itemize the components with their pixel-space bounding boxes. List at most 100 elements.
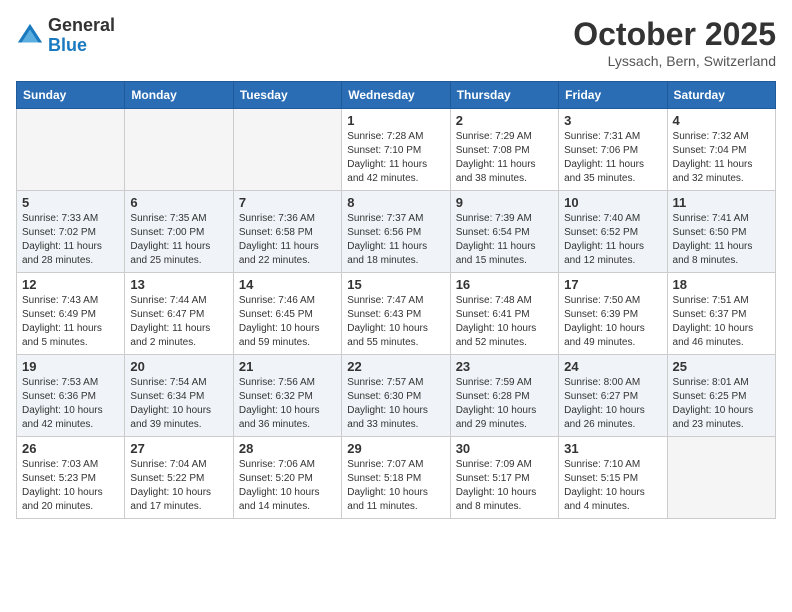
calendar-cell: 12 Sunrise: 7:43 AM Sunset: 6:49 PM Dayli… <box>17 273 125 355</box>
logo-text: General Blue <box>48 16 115 56</box>
day-number: 18 <box>673 277 770 292</box>
calendar-cell: 17Sunrise: 7:50 AM Sunset: 6:39 PM Dayli… <box>559 273 667 355</box>
day-info: Sunrise: 7:29 AM Sunset: 7:08 PM Dayligh… <box>456 130 553 186</box>
day-info: Sunrise: 7:43 AM Sunset: 6:49 PM Dayligh… <box>22 294 119 350</box>
day-number: 13 <box>130 277 227 292</box>
calendar-cell: 19 Sunrise: 7:53 AM Sunset: 6:36 PM Dayli… <box>17 355 125 437</box>
calendar-week-row: 1 Sunrise: 7:28 AM Sunset: 7:10 PM Daylig… <box>17 109 776 191</box>
calendar-cell: 15Sunrise: 7:47 AM Sunset: 6:43 PM Dayli… <box>342 273 450 355</box>
col-header-thursday: Thursday <box>450 82 558 109</box>
day-info: Sunrise: 7:56 AM Sunset: 6:32 PM Dayligh… <box>239 376 336 432</box>
calendar-cell: 8 Sunrise: 7:37 AM Sunset: 6:56 PM Daylig… <box>342 191 450 273</box>
calendar-cell: 25 Sunrise: 8:01 AM Sunset: 6:25 PM Dayli… <box>667 355 775 437</box>
calendar-cell: 9 Sunrise: 7:39 AM Sunset: 6:54 PM Daylig… <box>450 191 558 273</box>
calendar-week-row: 26 Sunrise: 7:03 AM Sunset: 5:23 PM Dayli… <box>17 437 776 519</box>
day-number: 22 <box>347 359 444 374</box>
day-number: 5 <box>22 195 119 210</box>
day-number: 23 <box>456 359 553 374</box>
day-number: 21 <box>239 359 336 374</box>
calendar-cell: 20 Sunrise: 7:54 AM Sunset: 6:34 PM Dayli… <box>125 355 233 437</box>
day-info: Sunrise: 7:35 AM Sunset: 7:00 PM Dayligh… <box>130 212 227 268</box>
col-header-sunday: Sunday <box>17 82 125 109</box>
calendar-cell: 2 Sunrise: 7:29 AM Sunset: 7:08 PM Daylig… <box>450 109 558 191</box>
day-info: Sunrise: 7:51 AM Sunset: 6:37 PM Dayligh… <box>673 294 770 350</box>
day-info: Sunrise: 7:53 AM Sunset: 6:36 PM Dayligh… <box>22 376 119 432</box>
calendar-cell <box>667 437 775 519</box>
calendar-table: SundayMondayTuesdayWednesdayThursdayFrid… <box>16 81 776 519</box>
day-info: Sunrise: 7:33 AM Sunset: 7:02 PM Dayligh… <box>22 212 119 268</box>
day-info: Sunrise: 7:09 AM Sunset: 5:17 PM Dayligh… <box>456 458 553 514</box>
calendar-cell: 5 Sunrise: 7:33 AM Sunset: 7:02 PM Daylig… <box>17 191 125 273</box>
day-info: Sunrise: 7:57 AM Sunset: 6:30 PM Dayligh… <box>347 376 444 432</box>
day-number: 9 <box>456 195 553 210</box>
calendar-cell: 10 Sunrise: 7:40 AM Sunset: 6:52 PM Dayli… <box>559 191 667 273</box>
logo: General Blue <box>16 16 115 56</box>
calendar-cell <box>17 109 125 191</box>
calendar-cell <box>233 109 341 191</box>
day-number: 8 <box>347 195 444 210</box>
calendar-cell: 13 Sunrise: 7:44 AM Sunset: 6:47 PM Dayli… <box>125 273 233 355</box>
calendar-cell: 28 Sunrise: 7:06 AM Sunset: 5:20 PM Dayli… <box>233 437 341 519</box>
calendar-cell: 30 Sunrise: 7:09 AM Sunset: 5:17 PM Dayli… <box>450 437 558 519</box>
day-number: 11 <box>673 195 770 210</box>
day-info: Sunrise: 7:04 AM Sunset: 5:22 PM Dayligh… <box>130 458 227 514</box>
day-number: 25 <box>673 359 770 374</box>
day-info: Sunrise: 7:03 AM Sunset: 5:23 PM Dayligh… <box>22 458 119 514</box>
day-number: 28 <box>239 441 336 456</box>
day-number: 2 <box>456 113 553 128</box>
day-info: Sunrise: 7:54 AM Sunset: 6:34 PM Dayligh… <box>130 376 227 432</box>
day-info: Sunrise: 7:48 AM Sunset: 6:41 PM Dayligh… <box>456 294 553 350</box>
day-number: 7 <box>239 195 336 210</box>
day-number: 12 <box>22 277 119 292</box>
day-info: Sunrise: 7:06 AM Sunset: 5:20 PM Dayligh… <box>239 458 336 514</box>
day-number: 14 <box>239 277 336 292</box>
day-number: 29 <box>347 441 444 456</box>
calendar-cell: 23Sunrise: 7:59 AM Sunset: 6:28 PM Dayli… <box>450 355 558 437</box>
col-header-monday: Monday <box>125 82 233 109</box>
day-info: Sunrise: 7:10 AM Sunset: 5:15 PM Dayligh… <box>564 458 661 514</box>
day-info: Sunrise: 7:37 AM Sunset: 6:56 PM Dayligh… <box>347 212 444 268</box>
day-info: Sunrise: 8:01 AM Sunset: 6:25 PM Dayligh… <box>673 376 770 432</box>
calendar-cell: 14 Sunrise: 7:46 AM Sunset: 6:45 PM Dayli… <box>233 273 341 355</box>
calendar-cell: 16Sunrise: 7:48 AM Sunset: 6:41 PM Dayli… <box>450 273 558 355</box>
day-number: 4 <box>673 113 770 128</box>
day-number: 19 <box>22 359 119 374</box>
calendar-cell: 3Sunrise: 7:31 AM Sunset: 7:06 PM Daylig… <box>559 109 667 191</box>
title-block: October 2025 Lyssach, Bern, Switzerland <box>573 16 776 69</box>
calendar-cell: 4Sunrise: 7:32 AM Sunset: 7:04 PM Daylig… <box>667 109 775 191</box>
day-number: 6 <box>130 195 227 210</box>
day-info: Sunrise: 7:07 AM Sunset: 5:18 PM Dayligh… <box>347 458 444 514</box>
day-number: 26 <box>22 441 119 456</box>
page-header: General Blue October 2025 Lyssach, Bern,… <box>16 16 776 69</box>
day-info: Sunrise: 7:40 AM Sunset: 6:52 PM Dayligh… <box>564 212 661 268</box>
calendar-week-row: 12 Sunrise: 7:43 AM Sunset: 6:49 PM Dayli… <box>17 273 776 355</box>
day-info: Sunrise: 7:46 AM Sunset: 6:45 PM Dayligh… <box>239 294 336 350</box>
day-number: 17 <box>564 277 661 292</box>
calendar-week-row: 5 Sunrise: 7:33 AM Sunset: 7:02 PM Daylig… <box>17 191 776 273</box>
day-number: 3 <box>564 113 661 128</box>
day-info: Sunrise: 7:39 AM Sunset: 6:54 PM Dayligh… <box>456 212 553 268</box>
col-header-friday: Friday <box>559 82 667 109</box>
calendar-cell: 27 Sunrise: 7:04 AM Sunset: 5:22 PM Dayli… <box>125 437 233 519</box>
calendar-cell: 18 Sunrise: 7:51 AM Sunset: 6:37 PM Dayli… <box>667 273 775 355</box>
month-title: October 2025 <box>573 16 776 53</box>
calendar-header-row: SundayMondayTuesdayWednesdayThursdayFrid… <box>17 82 776 109</box>
col-header-saturday: Saturday <box>667 82 775 109</box>
day-number: 15 <box>347 277 444 292</box>
calendar-cell: 29 Sunrise: 7:07 AM Sunset: 5:18 PM Dayli… <box>342 437 450 519</box>
day-number: 10 <box>564 195 661 210</box>
day-info: Sunrise: 7:44 AM Sunset: 6:47 PM Dayligh… <box>130 294 227 350</box>
calendar-cell: 21 Sunrise: 7:56 AM Sunset: 6:32 PM Dayli… <box>233 355 341 437</box>
day-number: 20 <box>130 359 227 374</box>
calendar-cell: 1 Sunrise: 7:28 AM Sunset: 7:10 PM Daylig… <box>342 109 450 191</box>
day-number: 30 <box>456 441 553 456</box>
day-number: 1 <box>347 113 444 128</box>
calendar-cell: 11Sunrise: 7:41 AM Sunset: 6:50 PM Dayli… <box>667 191 775 273</box>
calendar-cell <box>125 109 233 191</box>
calendar-cell: 6 Sunrise: 7:35 AM Sunset: 7:00 PM Daylig… <box>125 191 233 273</box>
day-info: Sunrise: 8:00 AM Sunset: 6:27 PM Dayligh… <box>564 376 661 432</box>
day-info: Sunrise: 7:28 AM Sunset: 7:10 PM Dayligh… <box>347 130 444 186</box>
day-number: 27 <box>130 441 227 456</box>
calendar-cell: 31Sunrise: 7:10 AM Sunset: 5:15 PM Dayli… <box>559 437 667 519</box>
calendar-cell: 24Sunrise: 8:00 AM Sunset: 6:27 PM Dayli… <box>559 355 667 437</box>
